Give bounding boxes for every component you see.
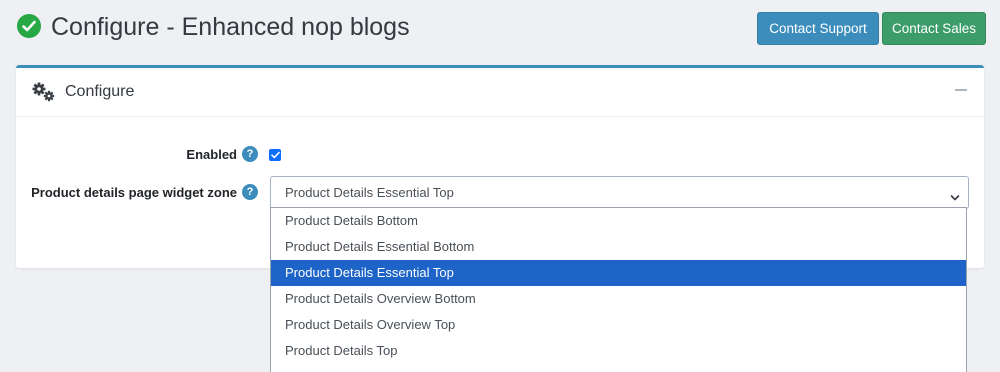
- check-circle-icon: [17, 14, 41, 38]
- minus-icon[interactable]: [955, 89, 967, 91]
- enabled-label: Enabled: [186, 147, 237, 162]
- widget-zone-select[interactable]: Product Details Essential Top: [270, 176, 969, 209]
- dropdown-option[interactable]: Product Details Overview Top: [271, 312, 966, 338]
- card-title: Configure: [65, 83, 135, 100]
- widget-zone-select-value: Product Details Essential Top: [285, 185, 454, 200]
- question-circle-icon[interactable]: ?: [242, 184, 258, 200]
- enabled-checkbox[interactable]: [269, 149, 281, 161]
- contact-sales-button[interactable]: Contact Sales: [882, 12, 986, 45]
- widget-zone-dropdown: Product Details Bottom Product Details E…: [270, 207, 967, 372]
- dropdown-option[interactable]: Product Details Bottom: [271, 208, 966, 234]
- dropdown-option[interactable]: Product Details Top: [271, 338, 966, 364]
- dropdown-option[interactable]: Product Details Overview Bottom: [271, 286, 966, 312]
- dropdown-option[interactable]: Product Details Essential Bottom: [271, 234, 966, 260]
- chevron-down-icon: [950, 189, 960, 201]
- page-header: Configure - Enhanced nop blogs Contact S…: [0, 0, 1000, 60]
- page-title: Configure - Enhanced nop blogs: [51, 13, 410, 41]
- gears-icon: [32, 82, 56, 102]
- page: Configure - Enhanced nop blogs Contact S…: [0, 0, 1000, 372]
- question-circle-icon[interactable]: ?: [242, 146, 258, 162]
- contact-support-button[interactable]: Contact Support: [757, 12, 879, 45]
- dropdown-option-selected[interactable]: Product Details Essential Top: [271, 260, 966, 286]
- widget-zone-label: Product details page widget zone: [31, 185, 237, 200]
- card-header[interactable]: Configure: [16, 68, 984, 117]
